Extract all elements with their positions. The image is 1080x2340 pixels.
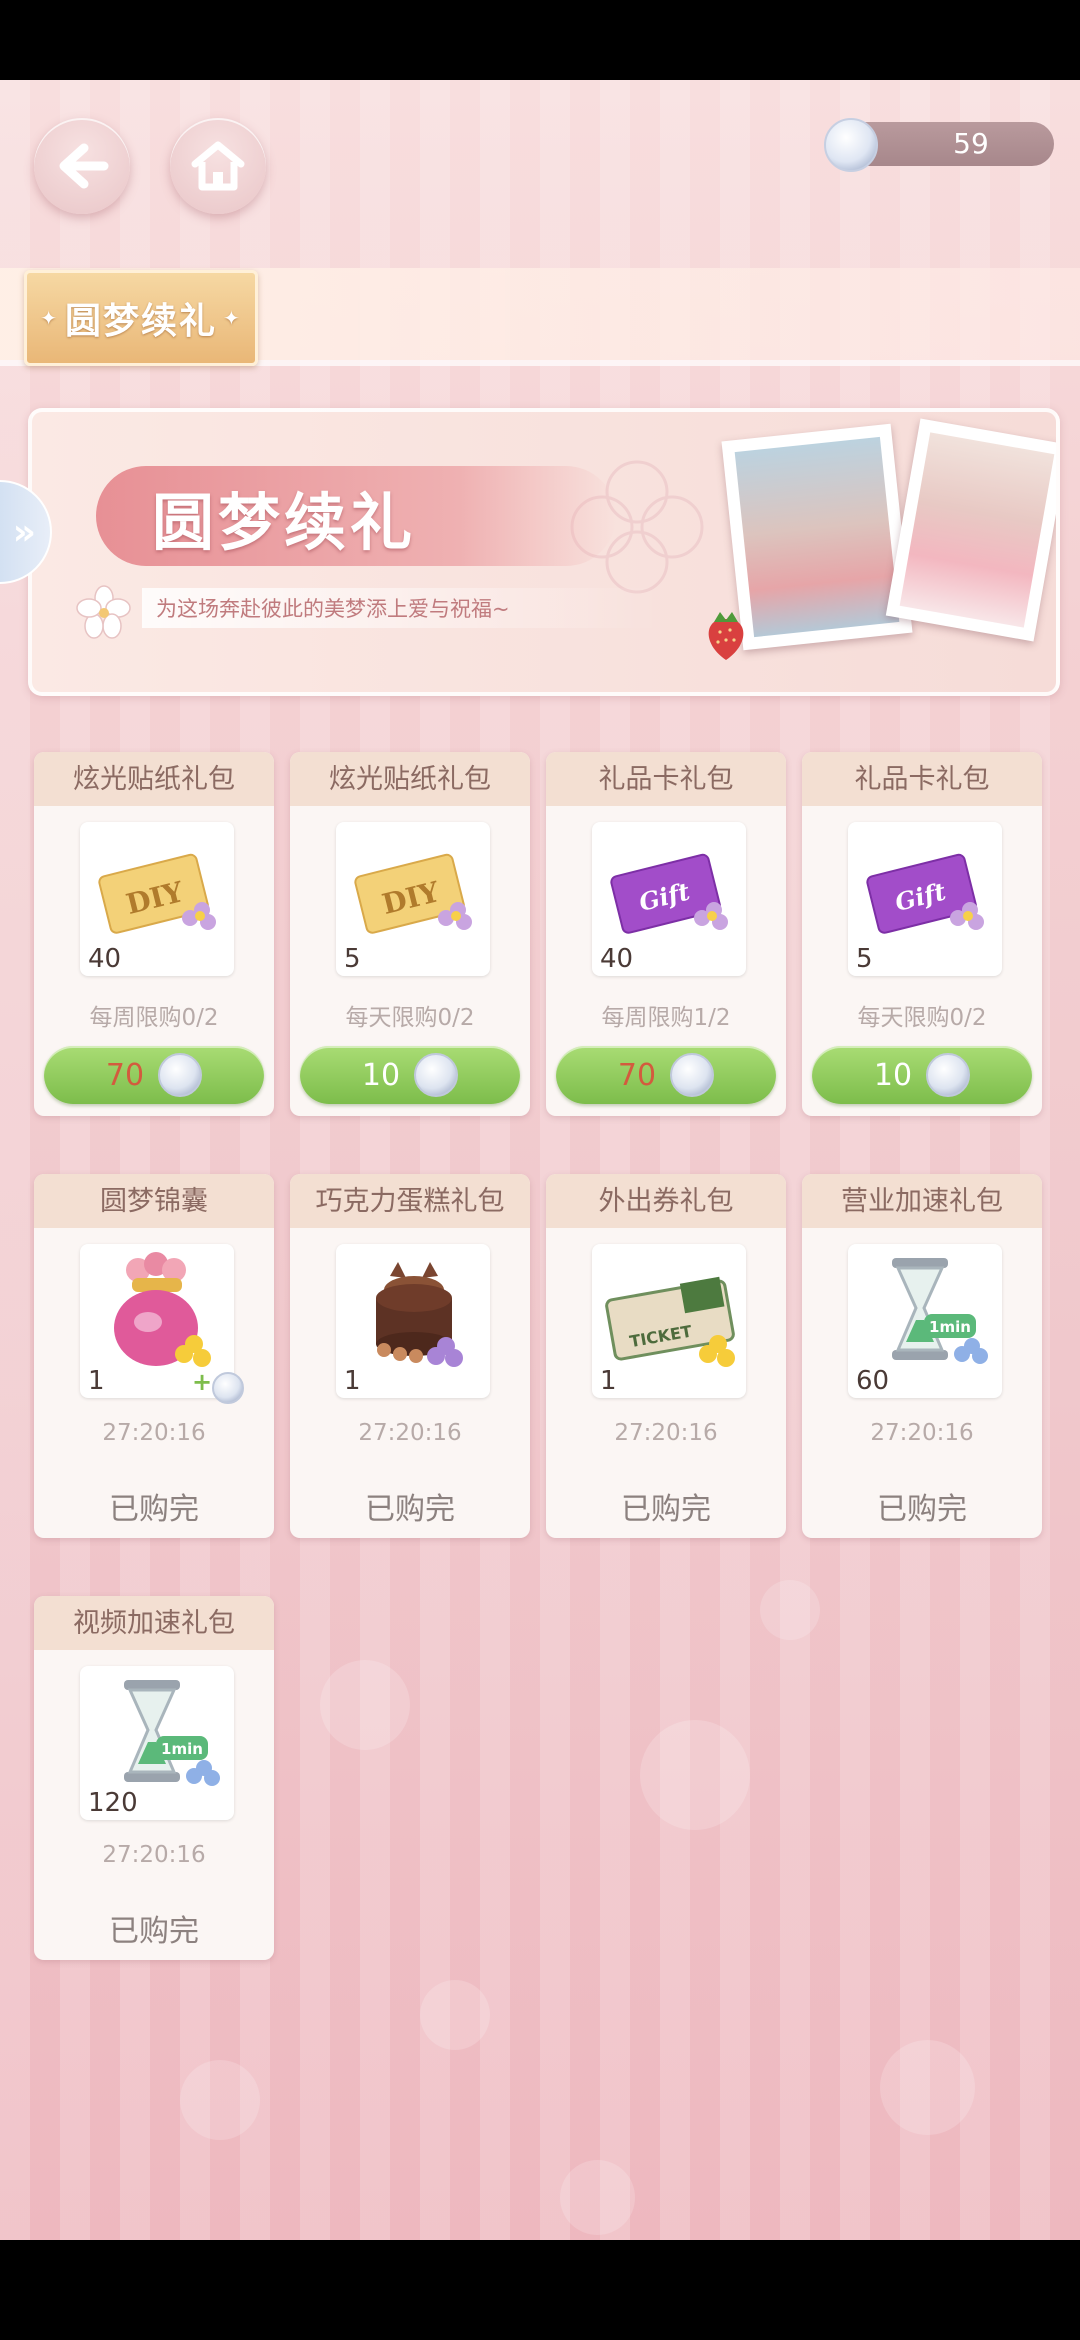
buy-button[interactable]: 70 — [556, 1046, 776, 1104]
sparkle-icon: ✦ — [40, 306, 59, 330]
tab-label: 圆梦续礼 — [64, 301, 217, 342]
pack-card[interactable]: 礼品卡礼包 Gift 5 每天限购0/2 10 — [802, 752, 1042, 1116]
item-slot[interactable]: DIY 40 — [80, 822, 234, 976]
diamond-coin-icon — [824, 118, 878, 172]
item-quantity: 40 — [88, 944, 122, 974]
item-quantity: 1 — [88, 1366, 105, 1396]
item-slot[interactable]: Gift 5 — [848, 822, 1002, 976]
chocolate-cake-icon — [376, 1262, 463, 1367]
pack-card[interactable]: 营业加速礼包 1min 60 27:20:16 已购完 — [802, 1174, 1042, 1538]
pack-title: 营业加速礼包 — [802, 1174, 1042, 1228]
item-slot[interactable]: TICKET 1 — [592, 1244, 746, 1398]
svg-text:1min: 1min — [161, 1740, 203, 1758]
gift-card-icon: Gift — [866, 853, 984, 934]
pack-title: 炫光贴纸礼包 — [290, 752, 530, 806]
white-flower-icon — [76, 585, 131, 639]
item-slot[interactable]: 1 + — [80, 1244, 244, 1404]
item-quantity: 60 — [856, 1366, 890, 1396]
pack-title: 礼品卡礼包 — [546, 752, 786, 806]
diy-sticker-icon: DIY — [98, 853, 216, 934]
pack-title: 外出券礼包 — [546, 1174, 786, 1228]
back-button[interactable] — [34, 118, 130, 214]
sold-out-label: 已购完 — [877, 1492, 967, 1527]
lucky-bag-icon — [114, 1252, 211, 1367]
buy-button[interactable]: 10 — [300, 1046, 520, 1104]
hourglass-icon: 1min — [892, 1258, 988, 1364]
purchase-limit: 每天限购0/2 — [345, 1005, 475, 1031]
pack-card[interactable]: 外出券礼包 TICKET 1 27:20:16 已购完 — [546, 1174, 786, 1538]
plus-icon: + — [192, 1368, 213, 1396]
countdown-timer: 27:20:16 — [358, 1420, 462, 1446]
pack-card[interactable]: 圆梦锦囊 1 + 27:20:16 已购完 — [34, 1174, 274, 1538]
diy-sticker-icon: DIY — [354, 853, 472, 934]
item-quantity: 5 — [344, 944, 361, 974]
status-bar — [0, 0, 1080, 80]
purchase-limit: 每周限购0/2 — [89, 1005, 219, 1031]
item-quantity: 1 — [344, 1366, 361, 1396]
pack-title: 礼品卡礼包 — [802, 752, 1042, 806]
train-ticket-icon: TICKET — [605, 1276, 735, 1367]
buy-button[interactable]: 70 — [44, 1046, 264, 1104]
pack-card[interactable]: 炫光贴纸礼包 DIY 40 每周限购0/2 70 — [34, 752, 274, 1116]
nav-bar — [0, 2240, 1080, 2340]
double-chevron-icon: » — [12, 511, 36, 553]
item-slot[interactable]: 1 — [336, 1244, 490, 1398]
sold-out-label: 已购完 — [109, 1492, 199, 1527]
countdown-timer: 27:20:16 — [614, 1420, 718, 1446]
pack-card[interactable]: 巧克力蛋糕礼包 1 27:20:16 已购完 — [290, 1174, 530, 1538]
svg-text:1min: 1min — [929, 1318, 971, 1336]
price: 10 — [873, 1057, 913, 1093]
countdown-timer: 27:20:16 — [870, 1420, 974, 1446]
pack-title: 圆梦锦囊 — [34, 1174, 274, 1228]
item-quantity: 5 — [856, 944, 873, 974]
home-button[interactable] — [170, 118, 266, 214]
sparkle-icon: ✦ — [223, 306, 242, 330]
currency-amount: 59 — [953, 127, 989, 160]
sold-out-label: 已购完 — [109, 1914, 199, 1949]
price: 10 — [361, 1057, 401, 1093]
pack-title: 炫光贴纸礼包 — [34, 752, 274, 806]
diamond-coin-icon — [212, 1372, 244, 1404]
diamond-coin-icon — [414, 1053, 459, 1097]
strawberry-icon — [708, 612, 744, 660]
pack-card[interactable]: 炫光贴纸礼包 DIY 5 每天限购0/2 10 — [290, 752, 530, 1116]
item-slot[interactable]: 1min 60 — [848, 1244, 1002, 1398]
item-quantity: 1 — [600, 1366, 617, 1396]
currency-display[interactable]: 59 — [824, 118, 1054, 172]
pack-title: 巧克力蛋糕礼包 — [290, 1174, 530, 1228]
item-quantity: 40 — [600, 944, 634, 974]
back-arrow-icon — [59, 143, 109, 189]
item-quantity: 120 — [88, 1788, 138, 1818]
diamond-coin-icon — [670, 1053, 715, 1097]
item-slot[interactable]: DIY 5 — [336, 822, 490, 976]
banner-title: 圆梦续礼 — [152, 486, 417, 559]
event-banner: 圆梦续礼 为这场奔赴彼此的美梦添上爱与祝福~ — [28, 408, 1060, 696]
item-slot[interactable]: 1min 120 — [80, 1666, 234, 1820]
pack-card[interactable]: 视频加速礼包 1min 120 27:20:16 已购完 — [34, 1596, 274, 1960]
price: 70 — [105, 1057, 145, 1093]
tab-yuanmeng[interactable]: ✦ 圆梦续礼 ✦ — [24, 270, 258, 366]
diamond-coin-icon — [158, 1053, 203, 1097]
banner-subtitle: 为这场奔赴彼此的美梦添上爱与祝福~ — [156, 597, 510, 621]
pack-title: 视频加速礼包 — [34, 1596, 274, 1650]
buy-button[interactable]: 10 — [812, 1046, 1032, 1104]
character-photo — [885, 418, 1056, 642]
gift-card-icon: Gift — [610, 853, 728, 934]
purchase-limit: 每天限购0/2 — [857, 1005, 987, 1031]
countdown-timer: 27:20:16 — [102, 1420, 206, 1446]
sold-out-label: 已购完 — [621, 1492, 711, 1527]
home-icon — [191, 141, 245, 191]
countdown-timer: 27:20:16 — [102, 1842, 206, 1868]
diamond-coin-icon — [926, 1053, 971, 1097]
sold-out-label: 已购完 — [365, 1492, 455, 1527]
pack-card[interactable]: 礼品卡礼包 Gift 40 每周限购1/2 70 — [546, 752, 786, 1116]
item-slot[interactable]: Gift 40 — [592, 822, 746, 976]
purchase-limit: 每周限购1/2 — [601, 1005, 731, 1031]
price: 70 — [617, 1057, 657, 1093]
hourglass-icon: 1min — [124, 1680, 220, 1786]
